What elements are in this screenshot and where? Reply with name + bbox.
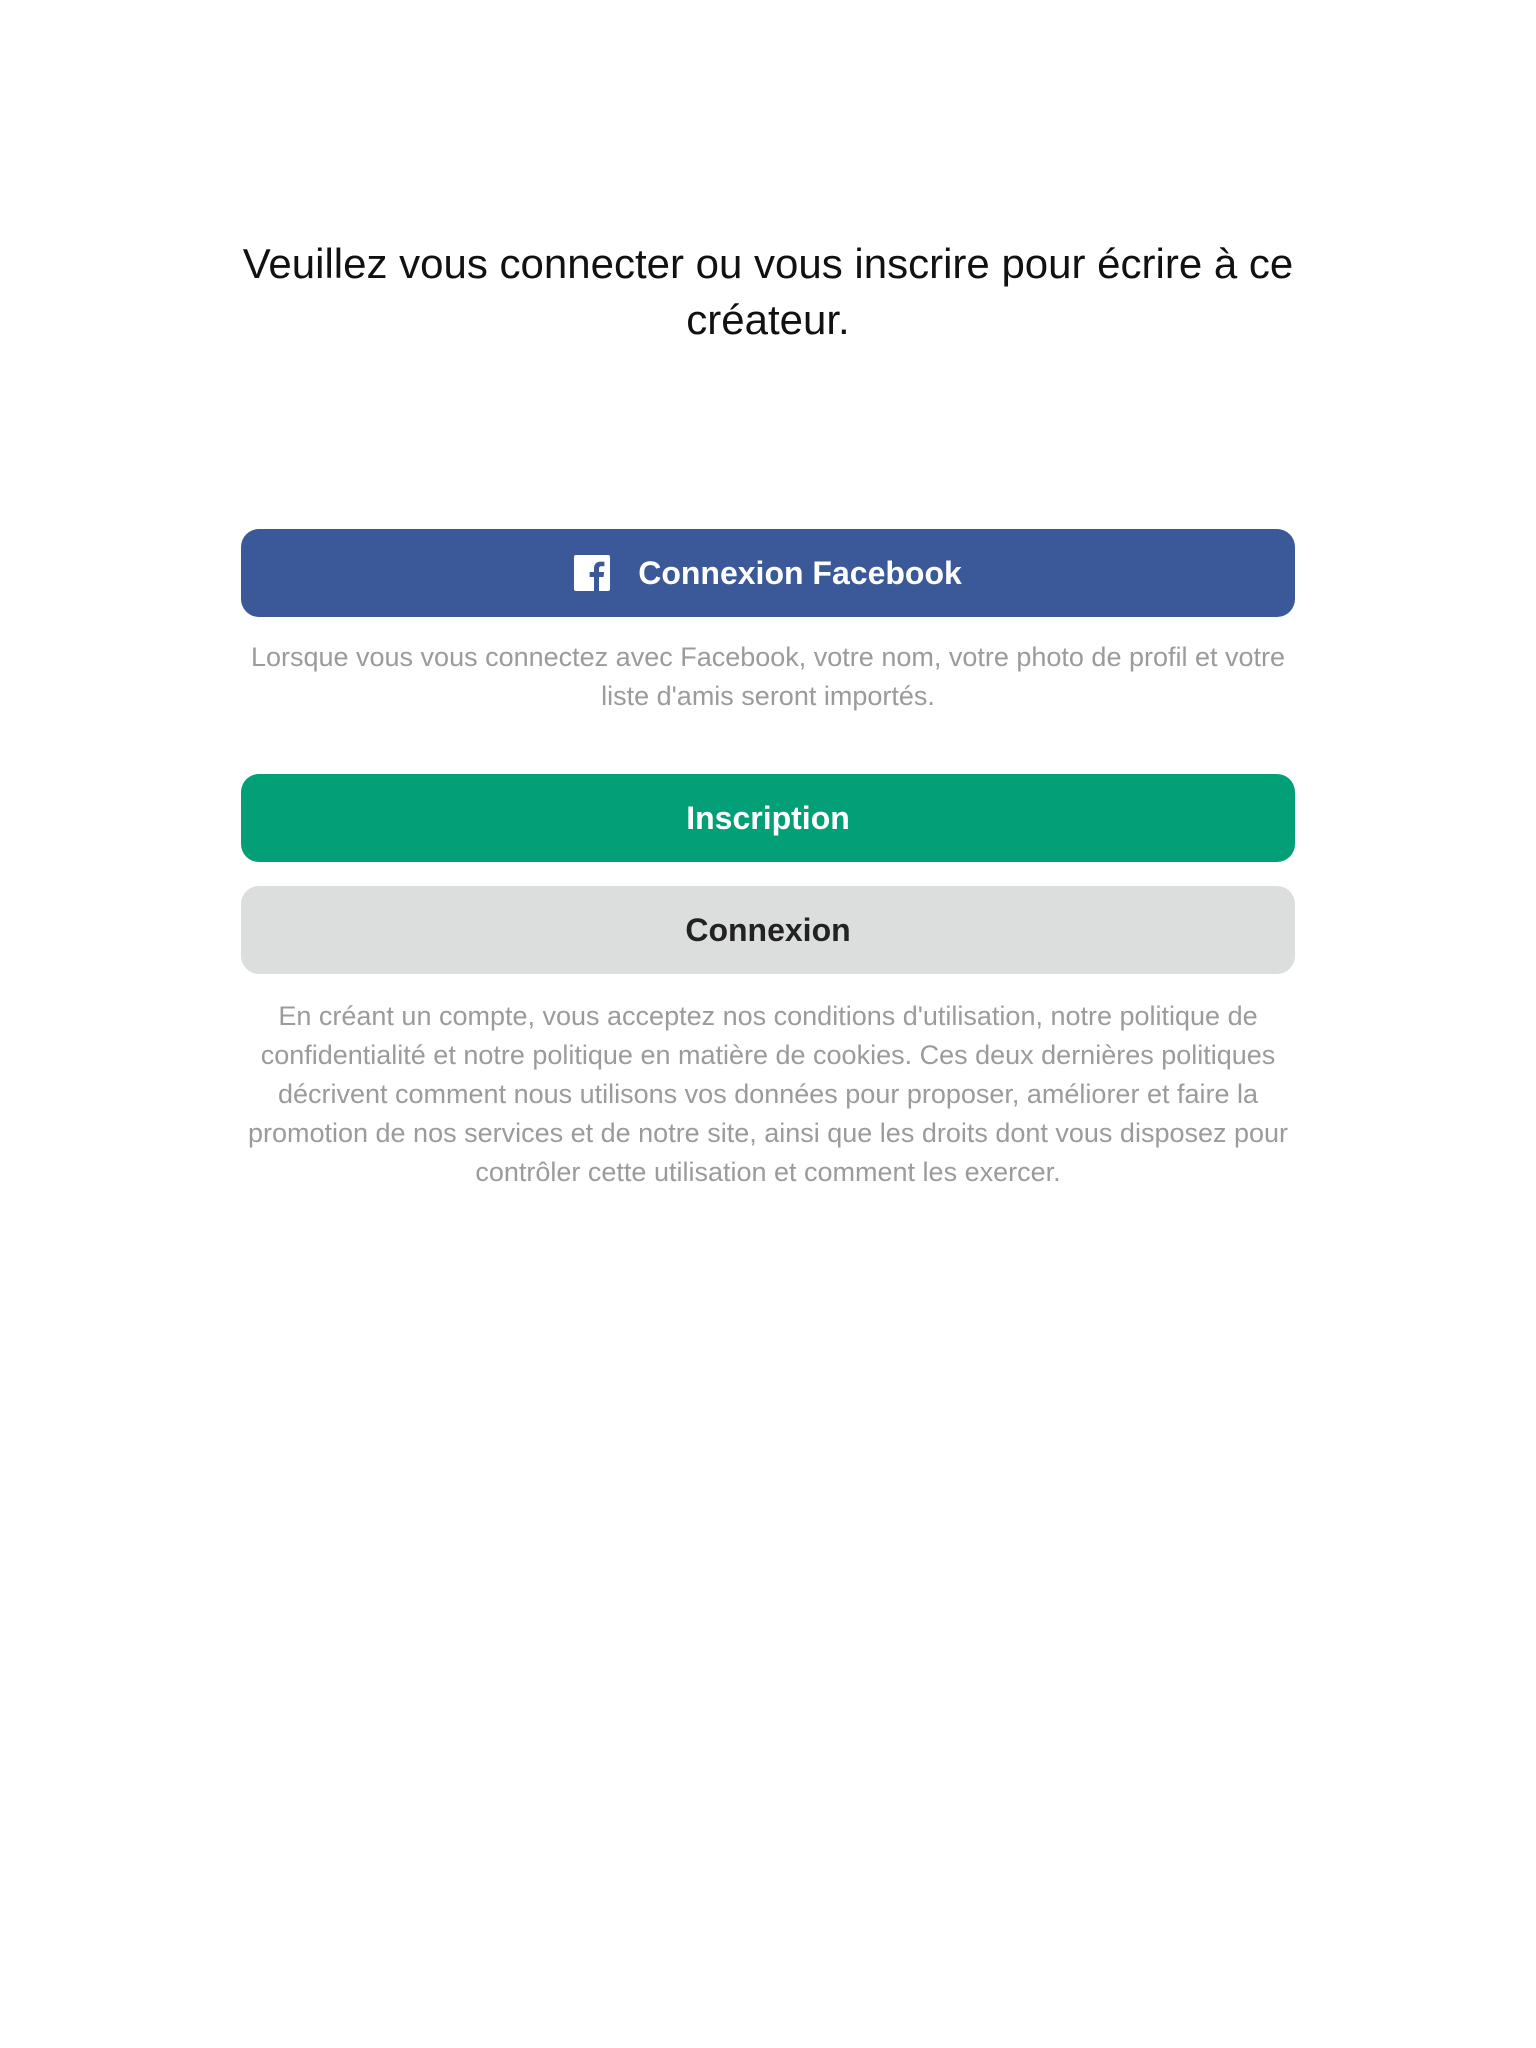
login-prompt-page: Veuillez vous connecter ou vous inscrire… — [0, 0, 1536, 2048]
signup-button[interactable]: Inscription — [241, 774, 1295, 862]
login-button[interactable]: Connexion — [241, 886, 1295, 974]
terms-notice: En créant un compte, vous acceptez nos c… — [247, 1001, 1289, 1187]
facebook-icon — [574, 555, 611, 591]
facebook-login-label: Connexion Facebook — [638, 554, 962, 591]
page-title: Veuillez vous connecter ou vous inscrire… — [242, 240, 1294, 343]
login-label: Connexion — [685, 911, 851, 948]
signup-label: Inscription — [686, 799, 850, 836]
facebook-login-button[interactable]: Connexion Facebook — [241, 529, 1295, 617]
facebook-import-note: Lorsque vous vous connectez avec Faceboo… — [250, 642, 1286, 711]
